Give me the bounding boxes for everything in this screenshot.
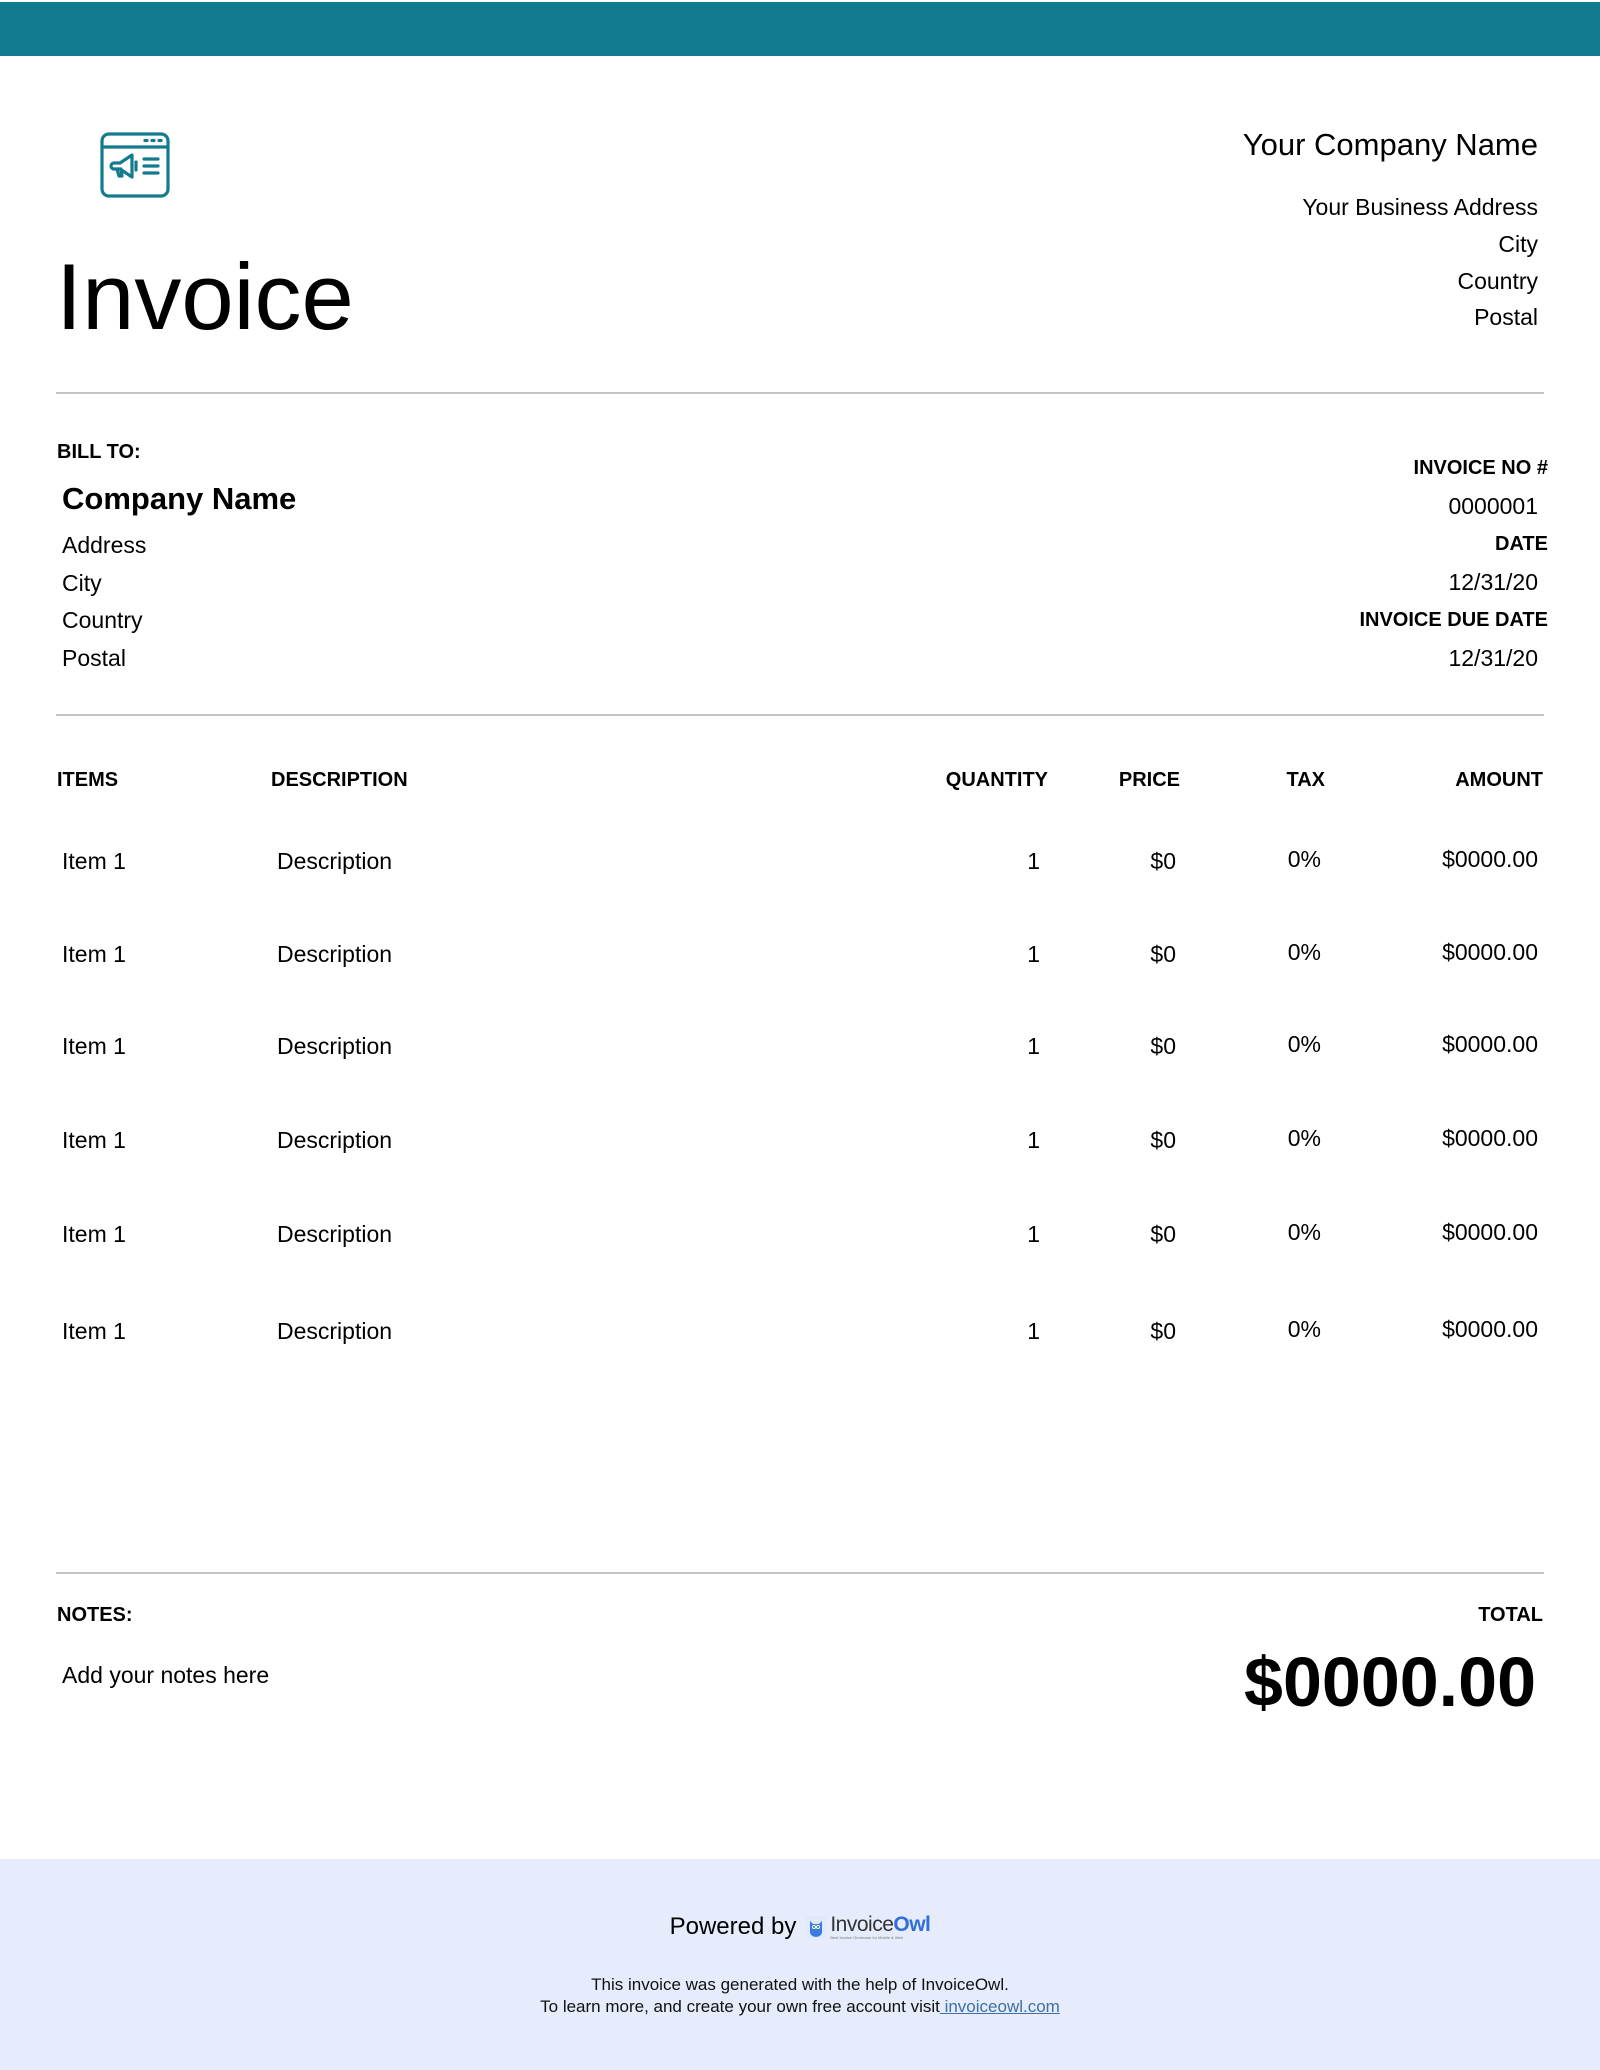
invoice-number-label: INVOICE NO # [1413, 457, 1548, 479]
due-date-value: 12/31/20 [1448, 645, 1538, 671]
top-accent-bar [0, 2, 1600, 56]
client-city: City [62, 570, 102, 596]
row-item: Item 1 [62, 1221, 126, 1247]
row-price: $0 [1150, 1033, 1176, 1059]
row-tax: 0% [1287, 939, 1321, 965]
row-item: Item 1 [62, 1318, 126, 1344]
notes-divider [56, 1572, 1544, 1574]
billing-divider [56, 714, 1544, 716]
client-company-name: Company Name [62, 481, 297, 516]
footer-band [0, 1859, 1600, 2070]
notes-label: NOTES: [57, 1604, 133, 1626]
column-header-quantity: QUANTITY [945, 769, 1048, 791]
total-label: TOTAL [1478, 1604, 1543, 1626]
row-description: Description [277, 1033, 393, 1059]
browser-megaphone-icon [100, 132, 170, 198]
powered-by-text: Powered by [669, 1913, 797, 1940]
row-amount: $0000.00 [1442, 1125, 1538, 1151]
invoice-date-value: 12/31/20 [1448, 569, 1538, 595]
row-price: $0 [1150, 848, 1176, 874]
row-quantity: 1 [1027, 1221, 1040, 1247]
invoice-number-value: 0000001 [1448, 493, 1538, 519]
logo-tagline: Best Invoice Generator for Mobile & Web [830, 1935, 903, 1940]
row-price: $0 [1150, 1318, 1176, 1344]
row-tax: 0% [1287, 1031, 1321, 1057]
notes-text: Add your notes here [62, 1662, 270, 1688]
row-amount: $0000.00 [1442, 1031, 1538, 1057]
row-amount: $0000.00 [1442, 1316, 1538, 1342]
row-quantity: 1 [1027, 1127, 1040, 1153]
row-description: Description [277, 1221, 393, 1247]
row-description: Description [277, 941, 393, 967]
row-quantity: 1 [1027, 1033, 1040, 1059]
invoiceowl-link[interactable]: invoiceowl.com [940, 1997, 1060, 2016]
row-description: Description [277, 848, 393, 874]
column-header-amount: AMOUNT [1455, 769, 1543, 791]
row-price: $0 [1150, 1221, 1176, 1247]
footer-line-2-text: To learn more, and create your own free … [540, 1997, 940, 2016]
logo-name-part1: Invoice [830, 1913, 894, 1936]
client-address: Address [62, 532, 147, 558]
bill-to-label: BILL TO: [57, 441, 141, 463]
row-amount: $0000.00 [1442, 939, 1538, 965]
footer-line-1: This invoice was generated with the help… [591, 1975, 1009, 1994]
row-item: Item 1 [62, 1127, 126, 1153]
column-header-tax: TAX [1286, 769, 1325, 791]
row-tax: 0% [1287, 1219, 1321, 1245]
header-divider [56, 392, 1544, 394]
row-item: Item 1 [62, 941, 126, 967]
row-description: Description [277, 1127, 393, 1153]
owl-icon [806, 1916, 827, 1938]
row-tax: 0% [1287, 846, 1321, 872]
powered-by-row: Powered by InvoiceOwl Best Invoice Gener… [0, 1912, 1600, 1942]
sender-city: City [1498, 231, 1538, 257]
row-quantity: 1 [1027, 848, 1040, 874]
row-price: $0 [1150, 941, 1176, 967]
client-postal: Postal [62, 645, 126, 671]
row-price: $0 [1150, 1127, 1176, 1153]
row-description: Description [277, 1318, 393, 1344]
row-amount: $0000.00 [1442, 846, 1538, 872]
invoiceowl-logo[interactable]: InvoiceOwl Best Invoice Generator for Mo… [806, 1913, 931, 1940]
invoice-date-label: DATE [1495, 533, 1548, 555]
column-header-items: ITEMS [57, 769, 119, 791]
column-header-price: PRICE [1118, 769, 1180, 791]
sender-country: Country [1457, 268, 1538, 294]
row-quantity: 1 [1027, 941, 1040, 967]
column-header-description: DESCRIPTION [271, 769, 408, 791]
footer-line-2: To learn more, and create your own free … [0, 1996, 1600, 2018]
client-country: Country [62, 607, 143, 633]
row-amount: $0000.00 [1442, 1219, 1538, 1245]
due-date-label: INVOICE DUE DATE [1359, 609, 1548, 631]
row-item: Item 1 [62, 848, 126, 874]
total-value: $0000.00 [1244, 1643, 1536, 1721]
document-title: Invoice [56, 244, 354, 349]
row-tax: 0% [1287, 1316, 1321, 1342]
sender-address: Your Business Address [1302, 194, 1538, 220]
sender-company-name: Your Company Name [1242, 127, 1538, 162]
row-quantity: 1 [1027, 1318, 1040, 1344]
sender-postal: Postal [1474, 304, 1538, 330]
row-item: Item 1 [62, 1033, 126, 1059]
row-tax: 0% [1287, 1125, 1321, 1151]
logo-name-part2: Owl [893, 1913, 931, 1936]
